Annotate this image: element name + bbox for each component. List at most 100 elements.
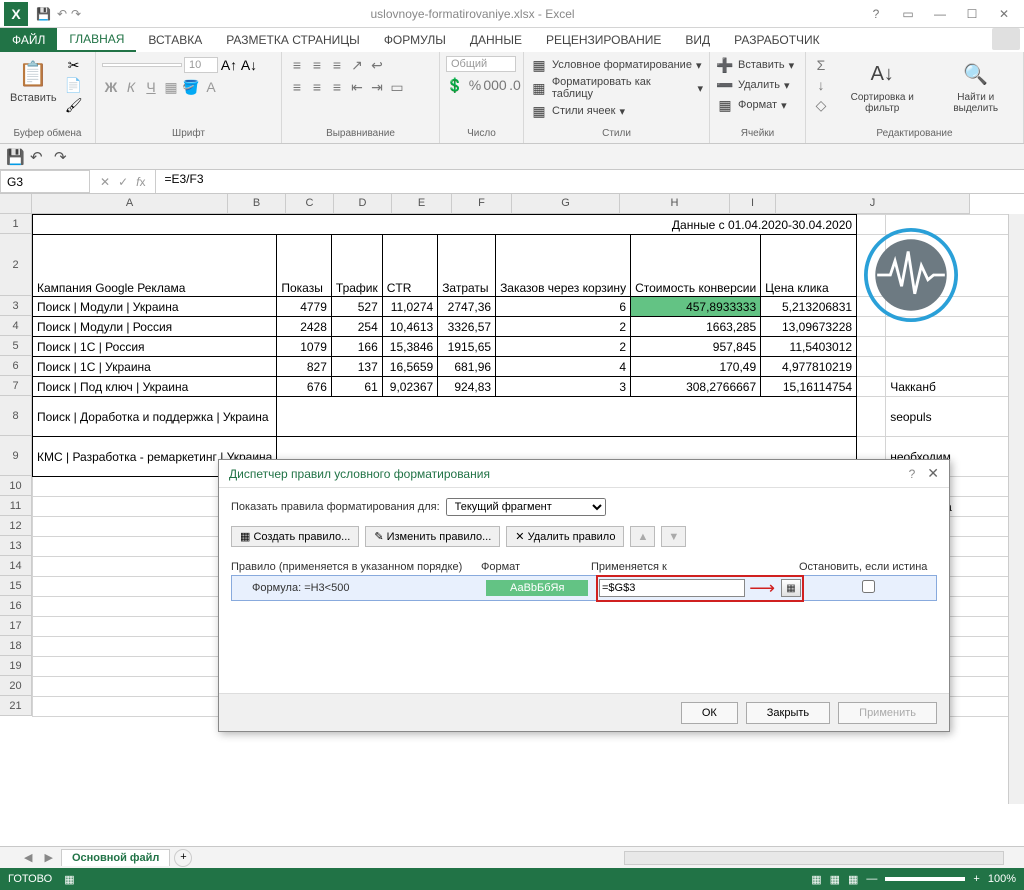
tab-review[interactable]: РЕЦЕНЗИРОВАНИЕ [534,28,673,52]
scope-select[interactable]: Текущий фрагмент [446,498,606,516]
tab-pagelayout[interactable]: РАЗМЕТКА СТРАНИЦЫ [214,28,372,52]
insert-cells-button[interactable]: ➕Вставить▾ [716,56,794,74]
account-icon[interactable] [992,28,1020,50]
close-icon[interactable]: ✕ [992,7,1016,21]
row-headers[interactable]: 123456789101112131415161718192021 [0,214,32,716]
qat-save-icon[interactable]: 💾 [6,148,24,166]
format-painter-icon[interactable]: 🖌 [65,96,83,114]
copy-icon[interactable]: 📄 [65,76,83,94]
tab-formulas[interactable]: ФОРМУЛЫ [372,28,458,52]
delete-cells-button[interactable]: ➖Удалить▾ [716,76,794,94]
column-headers[interactable]: ABCDEFGHIJ [0,194,1024,214]
zoom-out-icon[interactable]: — [866,873,877,885]
close-button[interactable]: Закрыть [746,702,830,724]
cond-format-button[interactable]: ▦Условное форматирование▾ [530,56,703,74]
zoom-slider[interactable] [885,877,965,881]
cell-styles-button[interactable]: ▦Стили ячеек▾ [530,102,703,120]
stop-if-true-checkbox[interactable] [862,580,875,593]
tab-home[interactable]: ГЛАВНАЯ [57,28,136,52]
fill-color-icon[interactable]: 🪣 [182,78,200,96]
inc-dec-icon[interactable]: .0 [506,76,524,94]
indent-dec-icon[interactable]: ⇤ [348,78,366,96]
tab-developer[interactable]: РАЗРАБОТЧИК [722,28,832,52]
qat-fwd-icon[interactable]: ↷ [54,148,72,166]
font-name-box[interactable] [102,63,182,67]
sheet-nav-next-icon[interactable]: ▶ [40,851,56,864]
indent-inc-icon[interactable]: ⇥ [368,78,386,96]
number-format-box[interactable]: Общий [446,56,516,72]
enter-formula-icon[interactable]: ✓ [118,175,128,189]
dialog-close-icon[interactable]: ✕ [927,465,939,482]
applies-to-input[interactable] [599,579,745,597]
qat-redo-icon[interactable]: ↷ [71,7,81,21]
font-color-icon[interactable]: A [202,78,220,96]
merge-icon[interactable]: ▭ [388,78,406,96]
minimize-icon[interactable]: — [928,7,952,21]
fill-icon[interactable]: ↓ [812,76,830,94]
comma-icon[interactable]: 000 [486,76,504,94]
rule-row[interactable]: Формула: =H3<500 АаВbБбЯя ⟶ ▦ [231,575,937,601]
macro-record-icon[interactable]: ▦ [64,873,74,886]
excel-icon: X [4,2,28,26]
help-icon[interactable]: ? [864,7,888,21]
view-break-icon[interactable]: ▦ [848,873,858,886]
tab-view[interactable]: ВИД [673,28,722,52]
wrap-icon[interactable]: ↩ [368,56,386,74]
percent-icon[interactable]: % [466,76,484,94]
sort-filter-button[interactable]: A↓ Сортировка и фильтр [834,56,930,116]
ribbon-opts-icon[interactable]: ▭ [896,7,920,21]
tab-insert[interactable]: ВСТАВКА [136,28,214,52]
cancel-formula-icon[interactable]: ✕ [100,175,110,189]
bold-icon[interactable]: Ж [102,78,120,96]
new-rule-button[interactable]: ▦ Создать правило... [231,526,359,547]
find-select-button[interactable]: 🔍 Найти и выделить [934,56,1017,116]
vertical-scrollbar[interactable] [1008,214,1024,804]
edit-rule-button[interactable]: ✎ Изменить правило... [365,526,500,547]
col-stop-label: Остановить, если истина [799,561,927,573]
dialog-help-icon[interactable]: ? [909,467,916,481]
move-down-button[interactable]: ▼ [661,526,686,547]
range-select-icon[interactable]: ▦ [781,579,801,597]
align-top-icon[interactable]: ≡ [288,56,306,74]
font-size-box[interactable]: 10 [184,57,218,73]
sheet-tab[interactable]: Основной файл [61,849,170,866]
view-normal-icon[interactable]: ▦ [811,873,821,886]
add-sheet-button[interactable]: + [174,849,192,867]
autosum-icon[interactable]: Σ [812,56,830,74]
ok-button[interactable]: ОК [681,702,738,724]
clear-icon[interactable]: ◇ [812,96,830,114]
decrease-font-icon[interactable]: A↓ [240,56,258,74]
qat-save-icon[interactable]: 💾 [36,7,51,21]
cut-icon[interactable]: ✂ [65,56,83,74]
table-format-button[interactable]: ▦Форматировать как таблицу▾ [530,76,703,100]
zoom-in-icon[interactable]: + [973,873,979,885]
orientation-icon[interactable]: ↗ [348,56,366,74]
horizontal-scrollbar[interactable] [624,851,1004,865]
italic-icon[interactable]: К [122,78,140,96]
paste-button[interactable]: 📋 Вставить [6,56,61,106]
qat-undo-icon[interactable]: ↶ [57,7,67,21]
increase-font-icon[interactable]: A↑ [220,56,238,74]
view-layout-icon[interactable]: ▦ [830,873,840,886]
fx-icon[interactable]: fx [136,175,145,189]
apply-button[interactable]: Применить [838,702,937,724]
align-right-icon[interactable]: ≡ [328,78,346,96]
delete-rule-button[interactable]: ✕ Удалить правило [506,526,624,547]
sheet-nav-prev-icon[interactable]: ◀ [20,851,36,864]
move-up-button[interactable]: ▲ [630,526,655,547]
currency-icon[interactable]: 💲 [446,76,464,94]
align-bot-icon[interactable]: ≡ [328,56,346,74]
tab-file[interactable]: ФАЙЛ [0,28,57,52]
name-box[interactable] [0,170,90,193]
formula-input[interactable]: =E3/F3 [156,170,1024,193]
zoom-level[interactable]: 100% [988,873,1016,885]
format-cells-button[interactable]: ▦Формат▾ [716,96,794,114]
align-center-icon[interactable]: ≡ [308,78,326,96]
align-mid-icon[interactable]: ≡ [308,56,326,74]
tab-data[interactable]: ДАННЫЕ [458,28,534,52]
maximize-icon[interactable]: ☐ [960,7,984,21]
border-icon[interactable]: ▦ [162,78,180,96]
underline-icon[interactable]: Ч [142,78,160,96]
qat-back-icon[interactable]: ↶ [30,148,48,166]
align-left-icon[interactable]: ≡ [288,78,306,96]
